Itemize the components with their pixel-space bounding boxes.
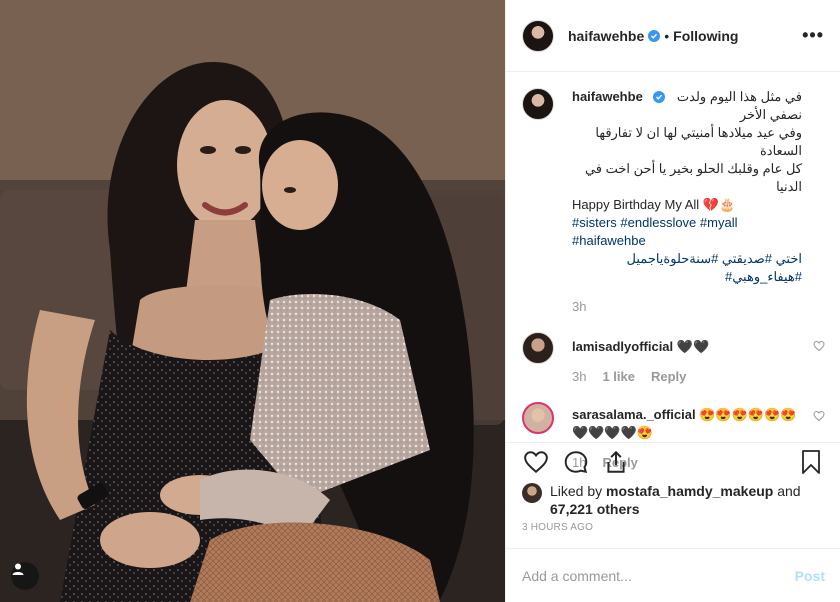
caption: haifawehbe في مثل هذا اليوم ولدت نصفي ال… — [522, 88, 824, 316]
like-button[interactable] — [522, 448, 550, 476]
post-side-panel: haifawehbe • Following ••• haifawehbe في… — [505, 0, 840, 602]
verified-icon — [652, 91, 665, 103]
avatar[interactable] — [522, 483, 542, 503]
heart-icon[interactable] — [813, 340, 825, 352]
comment-username[interactable]: lamisadlyofficial — [572, 339, 673, 354]
heart-icon — [524, 451, 548, 474]
comment-item: lamisadlyofficial 🖤🖤 3h 1 like Reply — [522, 332, 825, 386]
action-bar — [522, 445, 825, 479]
comments-section: haifawehbe في مثل هذا اليوم ولدت نصفي ال… — [506, 72, 840, 470]
caption-time[interactable]: 3h — [572, 298, 586, 316]
header-username[interactable]: haifawehbe — [568, 28, 644, 44]
liked-by-and: and — [777, 483, 801, 499]
avatar[interactable] — [522, 19, 554, 52]
reply-button[interactable]: Reply — [651, 368, 686, 386]
avatar[interactable] — [522, 332, 554, 364]
liked-by-others[interactable]: 67,221 others — [550, 501, 640, 517]
caption-line-1: في مثل هذا اليوم ولدت نصفي الأخر — [676, 89, 802, 122]
comment-likes[interactable]: 1 like — [602, 368, 635, 386]
post-comment-button[interactable]: Post — [795, 568, 825, 584]
bookmark-icon — [802, 450, 820, 474]
liked-by-user[interactable]: mostafa_hamdy_makeup — [606, 483, 773, 499]
add-comment-bar: Post — [506, 548, 840, 602]
verified-icon — [648, 29, 661, 42]
comment-text: 🖤🖤 — [676, 339, 710, 354]
caption-meta: 3h — [572, 298, 802, 316]
post-actions: Liked by mostafa_hamdy_makeup and 67,221… — [506, 442, 840, 533]
comment-input[interactable] — [522, 567, 795, 584]
caption-line-2: وفي عيد ميلادها أمنيتي لها ان لا تفارقها… — [595, 125, 802, 158]
post-photo[interactable] — [0, 0, 505, 602]
caption-hashtags-2[interactable]: #haifawehbe — [572, 232, 802, 250]
following-button[interactable]: Following — [673, 28, 738, 44]
post-header: haifawehbe • Following ••• — [506, 0, 840, 72]
comment-icon — [564, 451, 588, 474]
photo-illustration — [0, 0, 505, 602]
post-timestamp[interactable]: 3 HOURS AGO — [522, 522, 825, 533]
likes-summary: Liked by mostafa_hamdy_makeup and 67,221… — [522, 482, 825, 518]
avatar[interactable] — [522, 402, 554, 434]
comment-meta: 3h 1 like Reply — [572, 368, 802, 386]
caption-username[interactable]: haifawehbe — [572, 88, 643, 106]
share-button[interactable] — [602, 448, 630, 476]
comment-username[interactable]: sarasalama._official — [572, 407, 696, 422]
user-tag-button[interactable] — [11, 562, 39, 590]
more-options-icon[interactable]: ••• — [802, 25, 824, 46]
liked-by-prefix: Liked by — [550, 483, 603, 499]
comment-button[interactable] — [562, 448, 590, 476]
caption-line-4: Happy Birthday My All 💔🎂 — [572, 197, 736, 212]
save-button[interactable] — [797, 448, 825, 476]
avatar[interactable] — [522, 88, 554, 120]
caption-line-3: كل عام وقلبك الحلو بخير يا أحن اخت في ال… — [584, 161, 802, 194]
comment-time[interactable]: 3h — [572, 368, 586, 386]
share-icon — [607, 450, 625, 473]
caption-hashtags-1[interactable]: #sisters #endlesslove #myall — [572, 214, 802, 232]
caption-hashtags-3[interactable]: اختي #صديقتي #سنةحلوةياجميل #هيفاء_وهبي# — [572, 250, 802, 286]
separator-dot: • — [664, 27, 670, 44]
heart-icon[interactable] — [813, 410, 825, 422]
user-tag-icon — [12, 563, 24, 575]
